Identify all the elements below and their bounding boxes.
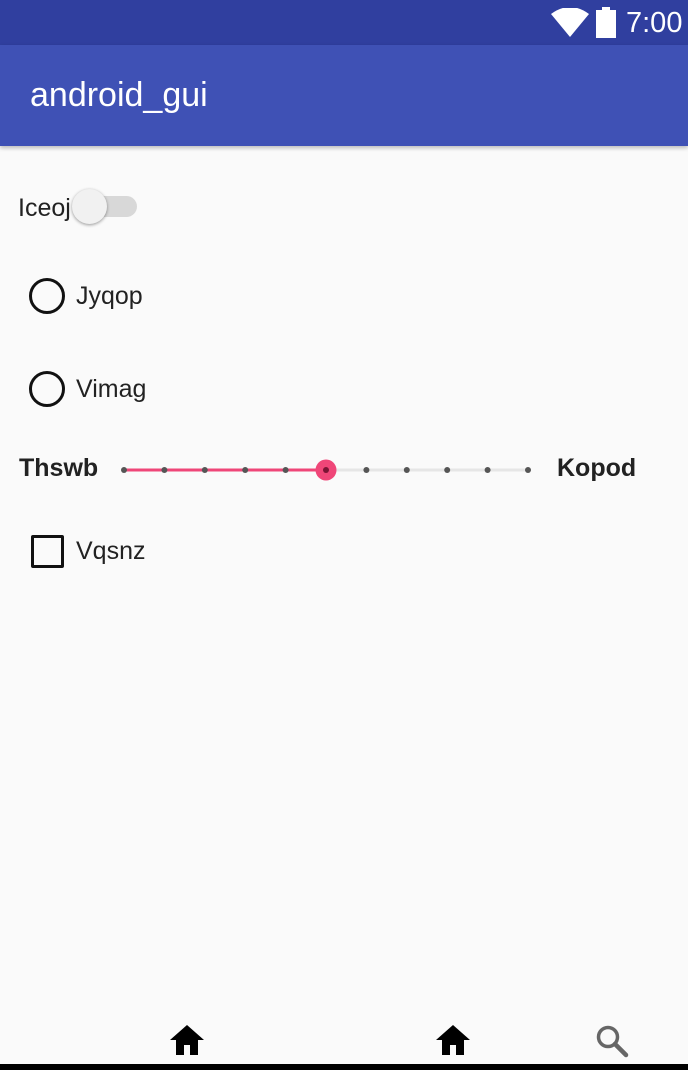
- discrete-slider[interactable]: [118, 458, 538, 482]
- status-bar: 7:00: [0, 0, 688, 45]
- home-icon[interactable]: [169, 1024, 205, 1056]
- slider-left-label: Thswb: [19, 454, 99, 482]
- switch-thumb[interactable]: [72, 189, 107, 224]
- search-icon[interactable]: [595, 1024, 629, 1058]
- slider-tick: [403, 467, 410, 473]
- slider-tick: [363, 467, 370, 473]
- bottom-edge: [0, 1064, 688, 1070]
- radio-button-jyqop[interactable]: [29, 278, 65, 314]
- slider-right-label: Kopod: [557, 454, 637, 482]
- slider-tick: [121, 467, 127, 473]
- home-icon[interactable]: [435, 1024, 471, 1056]
- app-bar: android_gui: [0, 45, 688, 146]
- radio-label-vimag[interactable]: Vimag: [76, 374, 146, 404]
- radio-label-jyqop[interactable]: Jyqop: [76, 281, 143, 311]
- status-time: 7:00: [626, 7, 683, 39]
- slider-tick: [484, 467, 491, 473]
- slider-tick: [444, 467, 451, 473]
- slider-tick: [525, 467, 531, 473]
- battery-icon: [596, 7, 616, 38]
- slider-tick: [161, 467, 168, 473]
- slider-tick: [282, 467, 289, 473]
- radio-button-vimag[interactable]: [29, 371, 65, 407]
- slider-tick: [201, 467, 208, 473]
- switch-label: Iceoj: [18, 194, 71, 222]
- checkbox-label-vqsnz[interactable]: Vqsnz: [76, 536, 145, 566]
- slider-thumb-dot: [323, 467, 329, 473]
- checkbox-vqsnz[interactable]: [31, 535, 64, 568]
- wifi-icon: [551, 8, 589, 37]
- slider-tick: [242, 467, 249, 473]
- app-title: android_gui: [30, 76, 208, 114]
